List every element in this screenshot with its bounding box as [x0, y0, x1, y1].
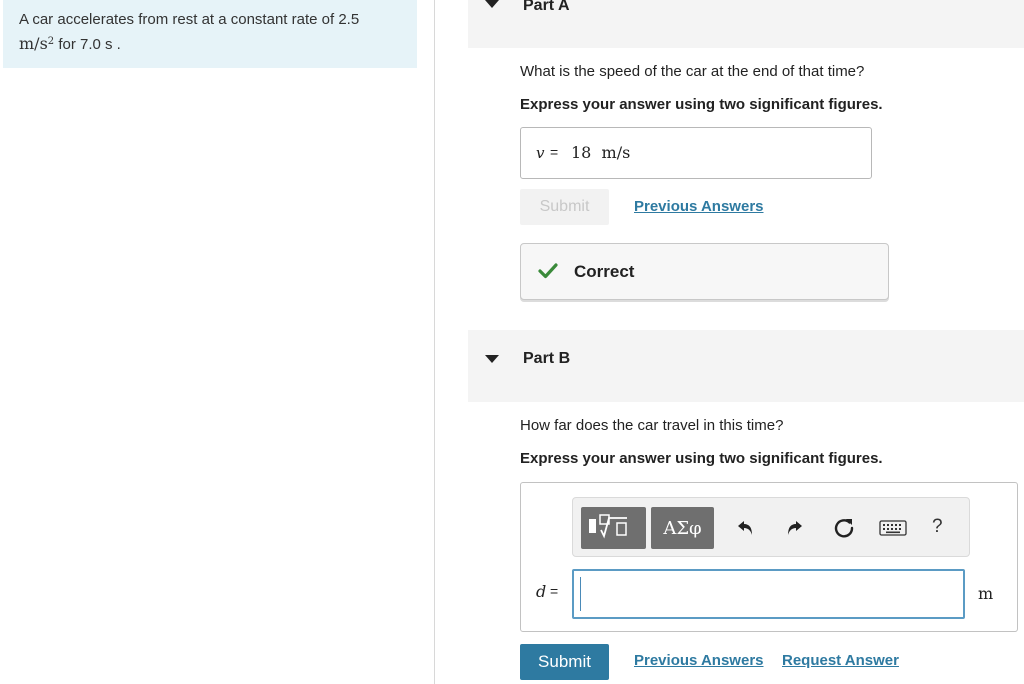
- reset-icon[interactable]: [831, 515, 857, 541]
- undo-icon[interactable]: [733, 515, 759, 541]
- request-answer-link[interactable]: Request Answer: [782, 652, 899, 669]
- part-b-answer-editor: ΑΣφ ? d = m: [520, 482, 1018, 632]
- part-b-instruction: Express your answer using two significan…: [520, 450, 883, 467]
- problem-unit: m/s2: [19, 34, 55, 53]
- answer-unit: m: [978, 584, 994, 603]
- caret-down-icon: [485, 355, 499, 363]
- answer-variable: d: [536, 582, 547, 601]
- templates-button[interactable]: [581, 507, 646, 549]
- column-divider: [434, 0, 435, 684]
- part-a-title: Part A: [523, 0, 570, 14]
- part-a-feedback: Correct: [520, 243, 889, 300]
- part-b-question: How far does the car travel in this time…: [520, 417, 784, 434]
- problem-text-after: for 7.0 s .: [54, 36, 121, 53]
- templates-icon: [588, 513, 627, 538]
- feedback-text: Correct: [574, 262, 635, 281]
- answer-equals: =: [550, 144, 559, 160]
- part-a-previous-answers-link[interactable]: Previous Answers: [634, 198, 764, 215]
- redo-icon[interactable]: [781, 515, 807, 541]
- part-a-question: What is the speed of the car at the end …: [520, 63, 865, 80]
- check-icon: [538, 263, 558, 279]
- part-b-previous-answers-link[interactable]: Previous Answers: [634, 652, 764, 669]
- part-b-answer-input[interactable]: [572, 569, 965, 619]
- greek-symbols-button[interactable]: ΑΣφ: [651, 507, 714, 549]
- part-b-submit-button[interactable]: Submit: [520, 644, 609, 680]
- help-icon[interactable]: ?: [932, 516, 943, 538]
- math-toolbar: ΑΣφ ?: [572, 497, 970, 557]
- problem-statement: A car accelerates from rest at a constan…: [3, 0, 417, 68]
- part-b-title: Part B: [523, 350, 571, 367]
- answer-variable: v: [536, 144, 545, 162]
- problem-text: A car accelerates from rest at a constan…: [19, 11, 360, 28]
- caret-down-icon: [485, 0, 499, 8]
- keyboard-icon[interactable]: [878, 515, 908, 541]
- part-b-header[interactable]: Part B: [468, 330, 1024, 402]
- part-a-header[interactable]: Part A: [468, 0, 1024, 48]
- text-cursor: [580, 577, 581, 611]
- answer-value: 18 m/s: [571, 143, 631, 162]
- answer-equals: =: [550, 583, 559, 599]
- part-a-instruction: Express your answer using two significan…: [520, 96, 883, 113]
- part-a-submit-button: Submit: [520, 189, 609, 225]
- part-a-answer-box: v = 18 m/s: [520, 127, 872, 179]
